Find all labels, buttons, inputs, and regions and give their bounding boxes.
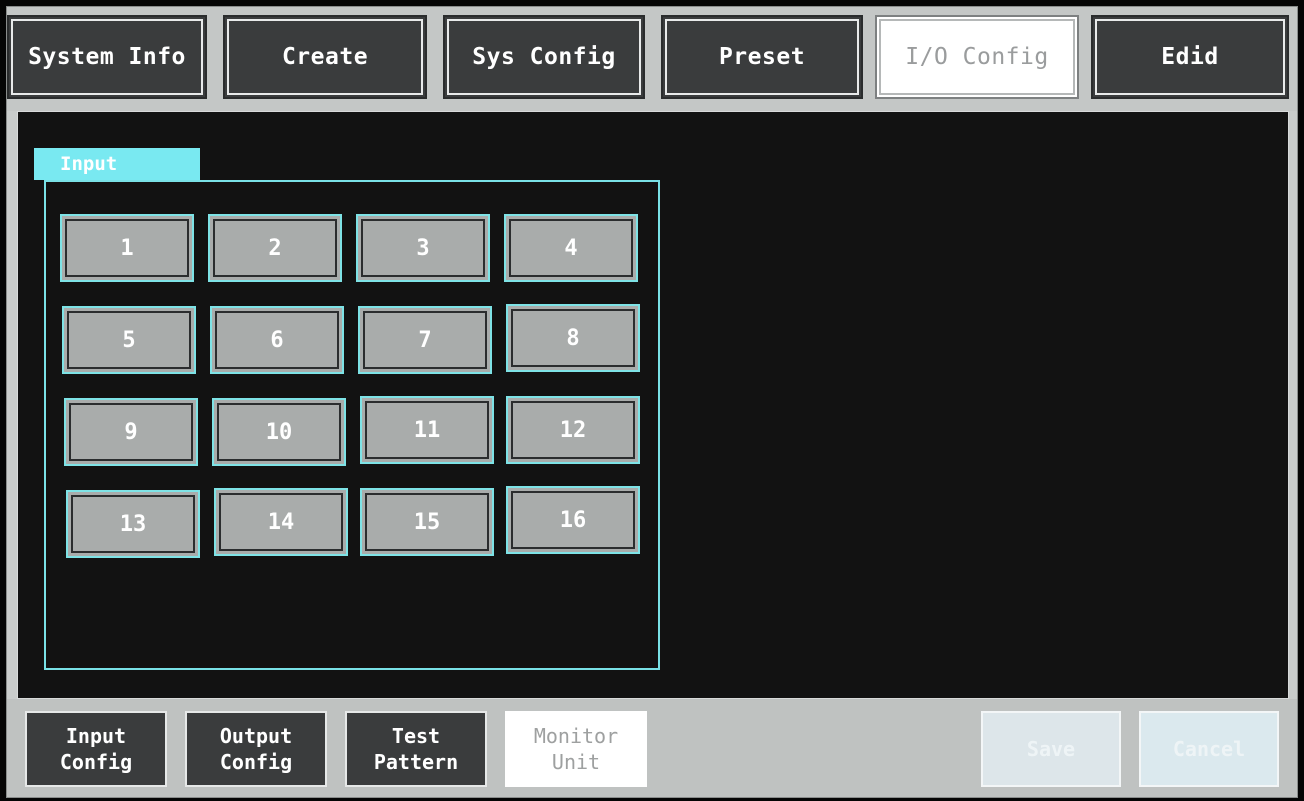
input-button-11[interactable]: 11 [360,396,494,464]
input-button-2[interactable]: 2 [208,214,342,282]
top-tab-bar: System Info Create Sys Config Preset I/O… [7,7,1297,111]
save-button-label: Save [1026,737,1076,761]
input-button-15[interactable]: 15 [360,488,494,556]
tab-edid[interactable]: Edid [1091,15,1289,99]
input-button-12[interactable]: 12 [506,396,640,464]
tab-input-config[interactable]: Input Config [25,711,167,787]
tab-output-config[interactable]: Output Config [185,711,327,787]
input-button-8[interactable]: 8 [506,304,640,372]
tab-test-pattern-line1: Test [391,724,441,748]
input-button-16[interactable]: 16 [506,486,640,554]
input-button-3[interactable]: 3 [356,214,490,282]
tab-monitor-unit-line1: Monitor [533,724,619,748]
save-button[interactable]: Save [981,711,1121,787]
tab-output-config-line1: Output [219,724,293,748]
input-group-box: 1 2 3 4 5 6 7 8 9 10 11 12 13 14 15 16 [44,180,660,670]
tab-monitor-unit[interactable]: Monitor Unit [505,711,647,787]
input-button-13[interactable]: 13 [66,490,200,558]
tab-monitor-unit-line2: Unit [551,750,601,774]
bottom-tab-bar: Input Config Output Config Test Pattern … [7,699,1297,797]
input-button-9[interactable]: 9 [64,398,198,466]
cancel-button[interactable]: Cancel [1139,711,1279,787]
tab-input-config-line2: Config [59,750,133,774]
input-button-4[interactable]: 4 [504,214,638,282]
tab-sys-config[interactable]: Sys Config [443,15,645,99]
io-config-panel: Input 1 2 3 4 5 6 7 8 9 10 11 12 13 14 1… [17,111,1289,699]
device-screen: System Info Create Sys Config Preset I/O… [6,6,1298,798]
tab-output-config-line2: Config [219,750,293,774]
input-button-5[interactable]: 5 [62,306,196,374]
tab-test-pattern[interactable]: Test Pattern [345,711,487,787]
input-group-title: Input [34,148,200,180]
tab-input-config-line1: Input [65,724,127,748]
tab-system-info[interactable]: System Info [7,15,207,99]
tab-io-config[interactable]: I/O Config [875,15,1079,99]
input-button-1[interactable]: 1 [60,214,194,282]
cancel-button-label: Cancel [1172,737,1246,761]
tab-preset[interactable]: Preset [661,15,863,99]
tab-create[interactable]: Create [223,15,427,99]
input-button-7[interactable]: 7 [358,306,492,374]
tab-test-pattern-line2: Pattern [373,750,459,774]
input-button-6[interactable]: 6 [210,306,344,374]
input-button-14[interactable]: 14 [214,488,348,556]
input-button-10[interactable]: 10 [212,398,346,466]
